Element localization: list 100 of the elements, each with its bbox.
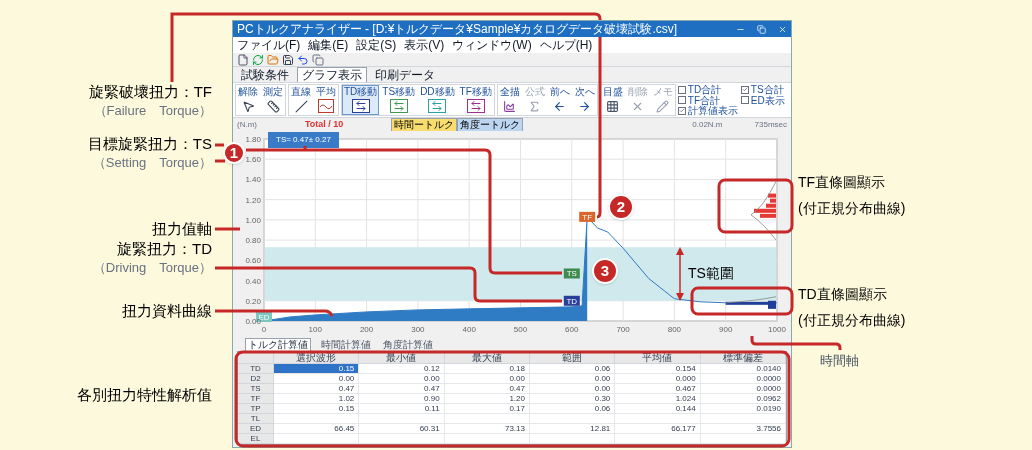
axis-tick-label: 0.80 xyxy=(245,236,261,246)
restore-icon[interactable] xyxy=(757,24,766,34)
axis-tick-label: 1.00 xyxy=(245,215,261,225)
table-cell: 0.000 xyxy=(615,374,701,384)
checkbox[interactable]: 計算値表示 xyxy=(677,105,738,117)
histogram-drawing xyxy=(725,296,777,309)
callout-label: TD直條圖顯示 xyxy=(798,285,888,304)
grid-icon xyxy=(606,99,620,113)
axis-tick-label: 0 xyxy=(261,325,267,334)
table-cell[interactable] xyxy=(274,434,360,444)
table-cell: 0.06 xyxy=(530,404,616,414)
table-cell[interactable]: 1.02 xyxy=(274,394,360,404)
point-marker[interactable]: TS xyxy=(563,268,580,279)
callout-label: 時間軸 xyxy=(820,352,859,370)
checkbox[interactable]: TS合計 xyxy=(740,84,785,95)
left-arrow-icon xyxy=(553,99,567,113)
axis-tick-label: 1.20 xyxy=(245,195,261,205)
axis-tick-label: 1000 xyxy=(768,325,786,334)
callout-sublabel: （Setting Torque） xyxy=(92,154,212,172)
step-number: 1 xyxy=(223,142,245,164)
tool-button[interactable]: TF移動 xyxy=(457,85,494,115)
tool-button[interactable]: 測定 xyxy=(261,85,285,115)
tab[interactable]: 試験条件 xyxy=(237,68,293,82)
tool-button[interactable]: 直線 xyxy=(289,85,313,115)
checkbox[interactable]: TD合計 xyxy=(677,84,738,95)
axis-tick-label: 200 xyxy=(359,325,374,334)
tool-button[interactable]: TS移動 xyxy=(380,85,418,115)
point-marker[interactable]: TD xyxy=(563,295,580,306)
checkbox[interactable]: ED表示 xyxy=(740,94,785,106)
table-cell: 66.177 xyxy=(615,424,701,434)
tab[interactable]: 時間計算値 xyxy=(319,339,373,351)
pencil-icon xyxy=(656,99,670,113)
table-cell[interactable]: 0.00 xyxy=(274,374,360,384)
tab[interactable]: 印刷データ xyxy=(371,68,439,82)
table-cell: 0.467 xyxy=(615,384,701,394)
row-header: EL xyxy=(238,434,274,444)
table-cell[interactable] xyxy=(274,414,360,424)
tool-button[interactable]: 全描 xyxy=(497,85,522,115)
table-cell: 0.90 xyxy=(359,394,445,404)
callout-label: 目標旋緊扭力：TS xyxy=(87,134,212,154)
axis-tick-label: 0.60 xyxy=(245,256,261,266)
axis-tick-label: 700 xyxy=(616,325,630,334)
table-cell[interactable]: 0.47 xyxy=(274,384,360,394)
axis-tick-label: 1.40 xyxy=(245,175,261,185)
table-cell: 0.17 xyxy=(444,404,530,414)
wave-icon xyxy=(318,99,334,113)
tool-button[interactable]: TD移動 xyxy=(342,85,380,115)
table-cell: 0.06 xyxy=(530,364,616,374)
point-marker[interactable]: TF xyxy=(579,211,596,222)
callout-label: 扭力資料曲線 xyxy=(122,301,212,321)
callout-label: 各別扭力特性解析值 xyxy=(77,385,212,405)
menu-item[interactable]: 表示(V) xyxy=(404,37,445,53)
axis-tick-label: 0.20 xyxy=(245,296,261,306)
table-cell: 0.12 xyxy=(359,364,445,374)
axis-tick-label: 500 xyxy=(513,325,528,334)
callout-sublabel: （Driving Torque） xyxy=(92,259,212,277)
checkbox[interactable]: TF合計 xyxy=(677,94,738,106)
tool-button[interactable]: 目盛 xyxy=(600,85,625,115)
table-cell: 0.00 xyxy=(444,374,530,384)
copy-icon[interactable] xyxy=(312,53,324,66)
tool-button[interactable]: 前へ xyxy=(547,85,572,115)
tab[interactable]: 角度計算値 xyxy=(381,339,435,351)
row-header: TP xyxy=(238,404,274,414)
new-file-icon[interactable] xyxy=(237,53,249,66)
save-icon[interactable] xyxy=(282,53,294,66)
leader-line xyxy=(215,143,224,147)
menu-item[interactable]: ヘルプ(H) xyxy=(539,37,593,53)
menu-item[interactable]: 編集(E) xyxy=(308,37,349,53)
table-cell: 73.13 xyxy=(444,424,530,434)
tool-button[interactable]: 平均 xyxy=(314,85,338,115)
tab[interactable]: グラフ表示 xyxy=(297,67,367,82)
tab[interactable]: トルク計算値 xyxy=(245,338,311,351)
tool-button[interactable]: DD移動 xyxy=(418,85,457,115)
callout-sublabel: (付正規分布曲線) xyxy=(798,311,906,330)
axis-tick-label: 0.40 xyxy=(245,276,261,286)
menu-item[interactable]: ウィンドウ(W) xyxy=(452,37,532,53)
axis-tick-label: 400 xyxy=(462,325,476,334)
menu-item[interactable]: 設定(S) xyxy=(356,37,397,53)
tool-button[interactable]: 次へ xyxy=(572,85,597,115)
menu-item[interactable]: ファイル(F) xyxy=(237,37,301,53)
tool-button[interactable]: 解除 xyxy=(236,85,260,115)
close-icon[interactable] xyxy=(778,24,787,34)
table-cell: 0.0190 xyxy=(700,404,786,414)
right-arrow-icon xyxy=(578,99,592,113)
chart-icon xyxy=(503,99,517,113)
table-cell: 1.20 xyxy=(444,394,530,404)
table-cell: 0.0000 xyxy=(700,374,786,384)
table-cell[interactable]: 0.15 xyxy=(274,364,360,374)
table-cell[interactable]: 66.45 xyxy=(274,424,360,434)
table-cell: 60.31 xyxy=(359,424,445,434)
refresh-icon[interactable] xyxy=(252,53,264,66)
undo-icon[interactable] xyxy=(297,53,309,66)
table-cell[interactable]: 0.15 xyxy=(274,404,360,414)
histogram-drawing xyxy=(750,181,777,241)
callout-sublabel: (付正規分布曲線) xyxy=(798,199,906,218)
row-header: TS xyxy=(238,384,274,394)
table-cell: 0.0000 xyxy=(700,384,786,394)
axis-tick-label: 800 xyxy=(667,325,682,334)
row-header: ED xyxy=(238,424,274,434)
callout-sublabel: （Failure Torque） xyxy=(93,102,212,120)
